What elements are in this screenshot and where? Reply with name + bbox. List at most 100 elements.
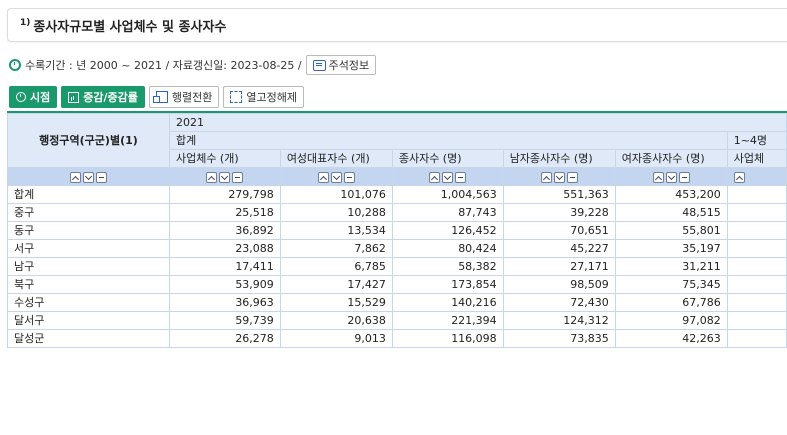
- table-title-box: 1) 종사자규모별 사업체수 및 종사자수: [7, 8, 787, 42]
- sort-clear-icon[interactable]: [95, 171, 107, 183]
- data-cell: 1,004,563: [391, 185, 504, 204]
- data-cell: [726, 257, 787, 276]
- unfix-label: 열고정해제: [246, 91, 297, 104]
- toolbar: 시점 증감/증감률 행렬전환 열고정해제: [9, 86, 304, 108]
- data-cell: 35,197: [614, 239, 728, 258]
- row-label: 남구: [7, 257, 170, 276]
- data-cell: 45,227: [502, 239, 616, 258]
- sort-clear-icon[interactable]: [455, 171, 467, 183]
- data-cell: 55,801: [614, 221, 728, 240]
- col-header: 여자종사자수 (명): [614, 149, 728, 168]
- sort-clear-icon[interactable]: [678, 171, 690, 183]
- period-info: 수록기간 : 년 2000 ~ 2021 / 자료갱신일: 2023-08-25…: [9, 55, 377, 75]
- data-cell: 70,651: [502, 221, 616, 240]
- group-header-total: 합계: [168, 131, 728, 150]
- data-cell: 116,098: [391, 329, 504, 348]
- sort-desc-icon[interactable]: [665, 171, 677, 183]
- sort-desc-icon[interactable]: [219, 171, 231, 183]
- data-cell: 173,854: [391, 275, 504, 294]
- data-cell: 15,529: [279, 293, 393, 312]
- pivot-button[interactable]: 행렬전환: [148, 86, 220, 108]
- row-label: 북구: [7, 275, 170, 294]
- table-row: 북구 53,909 17,427 173,854 98,509 75,345: [7, 275, 787, 294]
- change-rate-button[interactable]: 증감/증감률: [61, 86, 145, 108]
- data-cell: [726, 293, 787, 312]
- data-cell: [726, 311, 787, 330]
- sort-asc-icon[interactable]: [733, 171, 745, 183]
- table-row: 수성구 36,963 15,529 140,216 72,430 67,786: [7, 293, 787, 312]
- sort-controls: [168, 167, 281, 186]
- data-cell: [726, 329, 787, 348]
- data-cell: 25,518: [168, 203, 281, 222]
- sort-asc-icon[interactable]: [69, 171, 81, 183]
- table-body: 합계 279,798 101,076 1,004,563 551,363 453,200 중…: [7, 185, 787, 348]
- row-label: 수성구: [7, 293, 170, 312]
- row-label: 중구: [7, 203, 170, 222]
- row-label: 서구: [7, 239, 170, 258]
- col-header: 사업체: [726, 149, 787, 168]
- data-cell: 23,088: [168, 239, 281, 258]
- col-header: 여성대표자수 (개): [279, 149, 393, 168]
- unfix-columns-button[interactable]: 열고정해제: [223, 86, 304, 108]
- sort-desc-icon[interactable]: [330, 171, 342, 183]
- data-table-container[interactable]: 행정구역(구군)별(1) 2021 합계 1~4명 사업체수 (개) 여성대표자…: [7, 111, 787, 435]
- sort-asc-icon[interactable]: [206, 171, 218, 183]
- sort-desc-icon[interactable]: [442, 171, 454, 183]
- col-header: 남자종사자수 (명): [502, 149, 616, 168]
- data-cell: 87,743: [391, 203, 504, 222]
- sort-clear-icon[interactable]: [566, 171, 578, 183]
- table-row: 동구 36,892 13,534 126,452 70,651 55,801: [7, 221, 787, 240]
- data-cell: 20,638: [279, 311, 393, 330]
- sort-asc-icon[interactable]: [652, 171, 664, 183]
- comment-icon: [312, 59, 326, 71]
- sort-asc-icon[interactable]: [540, 171, 552, 183]
- sort-clear-icon[interactable]: [343, 171, 355, 183]
- sort-clear-icon[interactable]: [232, 171, 244, 183]
- sort-desc-icon[interactable]: [82, 171, 94, 183]
- data-cell: 31,211: [614, 257, 728, 276]
- data-cell: 124,312: [502, 311, 616, 330]
- page-title: 1) 종사자규모별 사업체수 및 종사자수: [20, 16, 226, 35]
- data-table: 행정구역(구군)별(1) 2021 합계 1~4명 사업체수 (개) 여성대표자…: [7, 113, 787, 348]
- sort-controls: [502, 167, 616, 186]
- col-header: 종사자수 (명): [391, 149, 504, 168]
- data-cell: 10,288: [279, 203, 393, 222]
- note-info-label: 주석정보: [328, 59, 370, 72]
- sort-controls: [726, 167, 787, 186]
- sort-desc-icon[interactable]: [553, 171, 565, 183]
- table-row: 합계 279,798 101,076 1,004,563 551,363 453,200: [7, 185, 787, 204]
- data-cell: 73,835: [502, 329, 616, 348]
- group-header-next: 1~4명: [726, 131, 787, 150]
- sort-asc-icon[interactable]: [429, 171, 441, 183]
- row-header: 행정구역(구군)별(1): [7, 113, 170, 168]
- data-cell: [726, 239, 787, 258]
- time-point-button[interactable]: 시점: [9, 86, 58, 108]
- data-cell: 39,228: [502, 203, 616, 222]
- data-cell: 17,427: [279, 275, 393, 294]
- data-cell: [726, 185, 787, 204]
- col-header: 사업체수 (개): [168, 149, 281, 168]
- chart-icon: [68, 91, 80, 103]
- data-cell: 221,394: [391, 311, 504, 330]
- data-cell: 98,509: [502, 275, 616, 294]
- data-cell: 53,909: [168, 275, 281, 294]
- row-label: 달성군: [7, 329, 170, 348]
- data-cell: 97,082: [614, 311, 728, 330]
- data-cell: 453,200: [614, 185, 728, 204]
- table-row: 남구 17,411 6,785 58,382 27,171 31,211: [7, 257, 787, 276]
- sort-asc-icon[interactable]: [317, 171, 329, 183]
- pivot-icon: [152, 91, 168, 103]
- data-cell: 6,785: [279, 257, 393, 276]
- sort-controls: [7, 167, 170, 186]
- data-cell: 48,515: [614, 203, 728, 222]
- data-cell: 13,534: [279, 221, 393, 240]
- data-cell: 72,430: [502, 293, 616, 312]
- data-cell: 26,278: [168, 329, 281, 348]
- data-cell: 58,382: [391, 257, 504, 276]
- table-row: 달성군 26,278 9,013 116,098 73,835 42,263: [7, 329, 787, 348]
- sort-controls-row: [7, 167, 787, 186]
- data-cell: 126,452: [391, 221, 504, 240]
- data-cell: 279,798: [168, 185, 281, 204]
- note-info-button[interactable]: 주석정보: [305, 55, 377, 75]
- sort-controls: [614, 167, 728, 186]
